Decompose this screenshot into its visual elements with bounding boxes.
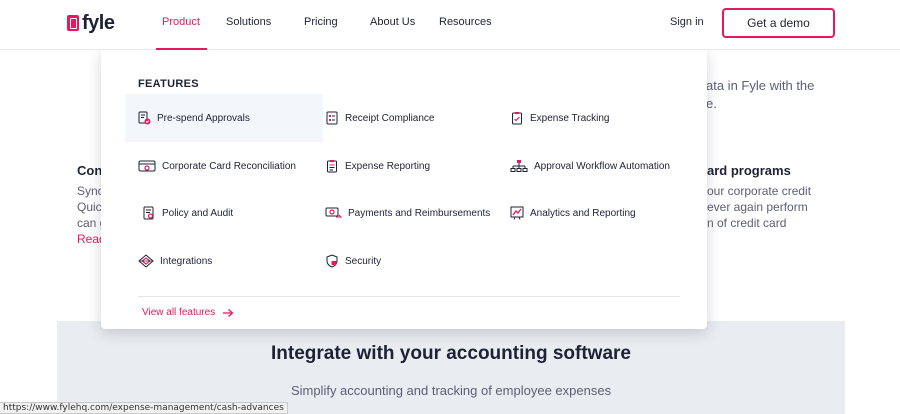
feature-label: Receipt Compliance — [345, 112, 435, 124]
shield-icon — [325, 254, 339, 268]
feature-receipt-compliance[interactable]: Receipt Compliance — [325, 107, 435, 129]
bg-intro-line-1: ata in Fyle with the — [706, 78, 815, 93]
nav-item-product[interactable]: Product — [162, 16, 200, 28]
bg-right-line: ever again perform — [707, 200, 808, 214]
feature-label: Corporate Card Reconciliation — [162, 160, 296, 172]
feature-corporate-card-reconciliation[interactable]: Corporate Card Reconciliation — [138, 155, 296, 177]
feature-label: Expense Tracking — [530, 112, 610, 124]
arrow-right-icon — [222, 308, 234, 318]
feature-label: Security — [345, 255, 382, 267]
product-dropdown-menu: FEATURES Pre-spend Approvals Receipt Com… — [101, 50, 707, 329]
sign-in-link[interactable]: Sign in — [670, 16, 704, 28]
feature-expense-reporting[interactable]: Expense Reporting — [325, 155, 430, 177]
bg-right-heading: ard programs — [707, 163, 791, 178]
feature-label: Analytics and Reporting — [530, 207, 636, 219]
report-icon — [325, 159, 339, 173]
clipboard-icon — [510, 111, 524, 125]
integrations-subtitle: Simplify accounting and tracking of empl… — [290, 383, 612, 398]
feature-label: Expense Reporting — [345, 160, 431, 172]
feature-label: Integrations — [160, 255, 213, 267]
nav-item-about-us[interactable]: About Us — [370, 16, 415, 28]
feature-expense-tracking[interactable]: Expense Tracking — [510, 107, 610, 129]
fyle-logo[interactable]: fyle — [67, 11, 115, 34]
feature-label: Payments and Reimbursements — [348, 207, 491, 219]
features-heading: FEATURES — [138, 78, 199, 90]
top-navbar: fyle Product Solutions Pricing About Us … — [0, 0, 900, 50]
receipt-icon — [325, 111, 339, 125]
nav-item-solutions[interactable]: Solutions — [226, 16, 271, 28]
nav-item-pricing[interactable]: Pricing — [304, 16, 338, 28]
bg-right-line: n of credit card — [707, 216, 787, 230]
feature-security[interactable]: Security — [325, 250, 381, 272]
payment-icon — [325, 206, 342, 220]
integrations-icon — [138, 254, 154, 268]
nav-item-resources[interactable]: Resources — [439, 16, 492, 28]
analytics-icon — [510, 206, 524, 220]
bg-intro-line-2: e. — [706, 96, 717, 111]
bg-right-line: our corporate credit — [707, 184, 812, 198]
feature-policy-and-audit[interactable]: Policy and Audit — [142, 202, 233, 224]
feature-label: Policy and Audit — [162, 207, 234, 219]
browser-status-url: https://www.fylehq.com/expense-managemen… — [0, 402, 288, 414]
get-a-demo-button[interactable]: Get a demo — [722, 8, 835, 38]
logo-mark-icon — [67, 15, 79, 31]
feature-integrations[interactable]: Integrations — [138, 250, 212, 272]
workflow-icon — [510, 159, 528, 173]
bg-left-heading: Con — [77, 163, 103, 178]
feature-analytics-and-reporting[interactable]: Analytics and Reporting — [510, 202, 636, 224]
policy-doc-icon — [142, 206, 156, 220]
feature-label: Approval Workflow Automation — [534, 160, 670, 172]
feature-approval-workflow-automation[interactable]: Approval Workflow Automation — [510, 155, 670, 177]
feature-payments-and-reimbursements[interactable]: Payments and Reimbursements — [325, 202, 490, 224]
logo-text: fyle — [82, 11, 115, 34]
view-all-label: View all features — [142, 307, 216, 318]
integrations-title: Integrate with your accounting software — [271, 343, 631, 364]
approval-doc-icon — [137, 111, 151, 125]
dropdown-divider — [138, 296, 680, 297]
integrations-section: Integrate with your accounting software … — [57, 321, 845, 414]
active-nav-underline — [156, 48, 207, 50]
view-all-features-link[interactable]: View all features — [142, 307, 234, 318]
feature-label: Pre-spend Approvals — [157, 112, 250, 124]
bg-left-line: Sync — [77, 184, 104, 198]
credit-card-icon — [138, 159, 156, 173]
feature-pre-spend-approvals[interactable]: Pre-spend Approvals — [125, 94, 323, 142]
bg-left-line: Quic — [77, 200, 102, 214]
